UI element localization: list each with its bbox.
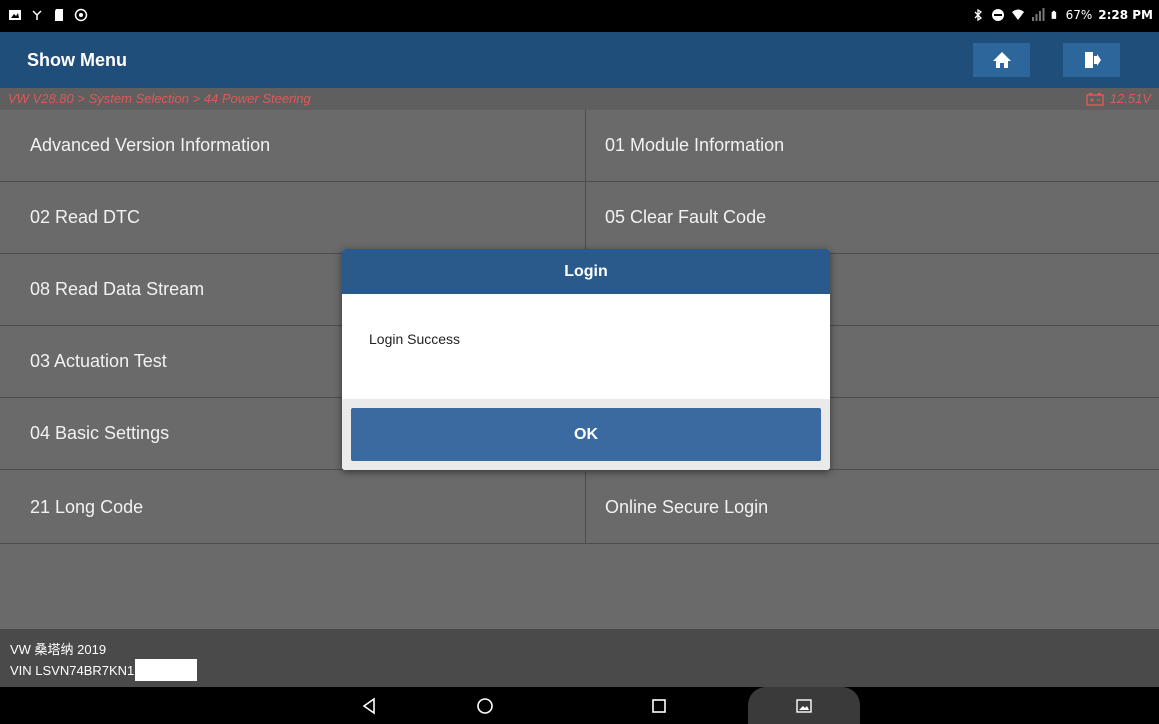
home-button[interactable] xyxy=(973,43,1030,77)
car-battery-icon xyxy=(1086,92,1104,106)
do-not-disturb-icon xyxy=(991,9,1004,21)
menu-item-read-dtc[interactable]: 02 Read DTC xyxy=(0,182,585,254)
exit-icon xyxy=(1084,52,1101,68)
menu-item-online-secure-login[interactable]: Online Secure Login xyxy=(585,472,1159,544)
dialog-title: Login xyxy=(342,249,830,294)
title-bar: Show Menu xyxy=(0,32,1159,88)
dialog-message: Login Success xyxy=(369,331,461,347)
image-notification-icon xyxy=(9,10,21,20)
menu-item-label: 08 Read Data Stream xyxy=(30,279,205,299)
battery-percent: 67% xyxy=(1065,8,1093,22)
battery-icon xyxy=(1051,10,1056,19)
menu-item-label: 05 Clear Fault Code xyxy=(605,207,767,227)
menu-item-advanced-version-info[interactable]: Advanced Version Information xyxy=(0,110,585,182)
vin-redaction xyxy=(135,659,198,681)
menu-item-label: 03 Actuation Test xyxy=(30,351,167,371)
circle-home-icon xyxy=(477,698,493,714)
wifi-icon xyxy=(1011,9,1024,20)
signal-icon xyxy=(1031,8,1045,21)
usb-debug-icon xyxy=(32,10,42,20)
breadcrumb: VW V28.80 > System Selection > 44 Power … xyxy=(0,88,1159,110)
system-nav-bar xyxy=(0,687,1159,724)
settings-notification-icon xyxy=(74,8,88,22)
menu-item-label: 02 Read DTC xyxy=(30,207,141,227)
menu-item-module-info[interactable]: 01 Module Information xyxy=(585,110,1159,182)
dialog-footer: OK xyxy=(342,399,830,470)
clock: 2:28 PM xyxy=(1098,8,1153,22)
screenshot-icon xyxy=(796,699,812,713)
vin-row: VIN LSVN74BR7KN1 xyxy=(10,659,198,681)
exit-button[interactable] xyxy=(1063,43,1120,77)
back-button[interactable] xyxy=(358,695,380,717)
breadcrumb-path: VW V28.80 > System Selection > 44 Power … xyxy=(8,91,311,106)
recents-button[interactable] xyxy=(648,695,670,717)
menu-item-label: 21 Long Code xyxy=(30,497,144,517)
menu-item-clear-fault-code[interactable]: 05 Clear Fault Code xyxy=(585,182,1159,254)
menu-item-label: 04 Basic Settings xyxy=(30,423,170,443)
screenshot-pill[interactable] xyxy=(748,687,860,724)
voltage-value: 12.51V xyxy=(1109,91,1151,106)
page-title: Show Menu xyxy=(27,50,127,70)
home-icon xyxy=(992,52,1011,68)
vin-text: VIN LSVN74BR7KN1 xyxy=(10,662,135,678)
ok-button[interactable]: OK xyxy=(351,408,821,461)
status-bar: 67% 2:28 PM xyxy=(0,0,1159,32)
vehicle-model: VW 桑塔纳 2019 xyxy=(10,642,107,657)
bluetooth-icon xyxy=(974,8,982,22)
menu-item-long-code[interactable]: 21 Long Code xyxy=(0,472,585,544)
battery-voltage: 12.51V xyxy=(1086,91,1151,106)
menu-item-label: Advanced Version Information xyxy=(30,135,271,155)
menu-item-label: 01 Module Information xyxy=(605,135,785,155)
menu-item-label: Online Secure Login xyxy=(605,497,769,517)
home-nav-button[interactable] xyxy=(474,695,496,717)
login-dialog: Login Login Success OK xyxy=(342,249,830,470)
square-recents-icon xyxy=(652,699,666,713)
vehicle-info: VW 桑塔纳 2019 VIN LSVN74BR7KN1 xyxy=(0,629,1159,687)
back-icon xyxy=(362,697,375,715)
sd-card-icon xyxy=(55,9,63,21)
